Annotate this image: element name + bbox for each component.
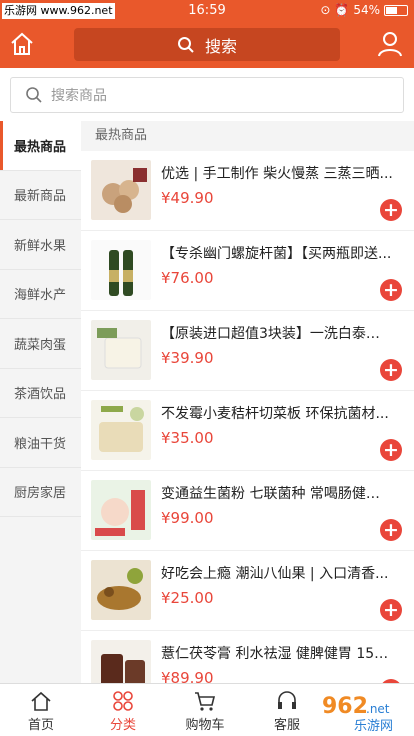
add-to-cart-button[interactable]: + [380,279,402,301]
category-icon [113,691,133,711]
battery-label: 54% [353,3,380,17]
search-icon [26,87,42,103]
section-title: 最热商品 [81,121,414,151]
search-icon [177,36,194,53]
product-price: ¥39.90 [161,349,214,367]
product-image-herbal-paste[interactable] [91,640,151,683]
product-title[interactable]: 薏仁茯苓膏 利水祛湿 健脾健胃 150... [161,643,393,663]
product-title[interactable]: 变通益生菌粉 七联菌种 常喝肠健康 ... [161,483,393,503]
site-watermark: 962 .net 乐游网 [264,683,414,736]
category-label: 新鲜水果 [14,238,67,254]
category-drinks[interactable]: 茶酒饮品 [0,369,81,418]
list-item[interactable]: 好吃会上瘾 潮汕八仙果 | 入口清香... ¥25.00 + [81,551,414,631]
user-icon [378,32,402,57]
list-item[interactable]: 【专杀幽门螺旋杆菌】【买两瓶即送... ¥76.00 + [81,231,414,311]
category-seafood[interactable]: 海鲜水产 [0,270,81,319]
home-icon [11,32,33,55]
add-to-cart-button[interactable]: + [380,599,402,621]
product-title[interactable]: 好吃会上瘾 潮汕八仙果 | 入口清香... [161,563,393,583]
home-button[interactable] [8,30,36,58]
svg-text:乐游网: 乐游网 [354,719,393,734]
add-to-cart-button[interactable]: + [380,359,402,381]
product-search-input[interactable]: 搜索商品 [10,77,404,113]
tab-label: 购物车 [185,718,225,733]
add-to-cart-button[interactable]: + [380,519,402,541]
header-search-label: 搜索 [204,36,237,56]
product-image-oil-bottles[interactable] [91,240,151,300]
product-list: 最热商品 优选 | 手工制作 柴火慢蒸 三蒸三晒... ¥49.90 + 【专杀… [81,121,414,683]
product-price: ¥25.00 [161,589,214,607]
plus-icon: + [383,519,399,541]
list-item[interactable]: 优选 | 手工制作 柴火慢蒸 三蒸三晒... ¥49.90 + [81,151,414,231]
product-title[interactable]: 优选 | 手工制作 柴火慢蒸 三蒸三晒... [161,163,393,183]
status-bar: 乐游网 www.962.net 16:59 ⊙ ⏰ 54% [0,0,414,22]
category-label: 粮油干货 [14,436,67,452]
plus-icon: + [383,359,399,381]
app-header: 搜索 [0,22,414,68]
user-profile-button[interactable] [376,30,404,58]
product-image-dried-persimmon[interactable] [91,160,151,220]
product-price: ¥49.90 [161,189,214,207]
category-label: 最新商品 [14,189,67,205]
plus-icon: + [383,279,399,301]
tab-cart[interactable]: 购物车 [164,684,246,736]
home-icon [31,691,51,711]
svg-text:962: 962 [322,694,368,719]
product-price: ¥99.00 [161,509,214,527]
product-title[interactable]: 【原装进口超值3块装】一洗白泰国... [161,323,393,343]
category-new[interactable]: 最新商品 [0,171,81,220]
product-title[interactable]: 【专杀幽门螺旋杆菌】【买两瓶即送... [161,243,393,263]
tab-category[interactable]: 分类 [82,684,164,736]
category-label: 海鲜水产 [14,288,67,304]
add-to-cart-button[interactable]: + [380,439,402,461]
product-price: ¥35.00 [161,429,214,447]
product-image-probiotic[interactable] [91,480,151,540]
category-label: 最热商品 [14,139,67,155]
product-image-soap[interactable] [91,320,151,380]
search-placeholder: 搜索商品 [51,88,107,104]
svg-text:.net: .net [366,702,390,716]
alarm-icon: ⏰ [334,3,350,17]
product-title[interactable]: 不发霉小麦秸杆切菜板 环保抗菌材... [161,403,393,423]
category-hot[interactable]: 最热商品 [0,121,81,171]
tab-label: 首页 [27,718,54,733]
list-item[interactable]: 不发霉小麦秸杆切菜板 环保抗菌材... ¥35.00 + [81,391,414,471]
tab-label: 分类 [109,718,136,733]
category-grain-oil[interactable]: 粮油干货 [0,418,81,468]
product-image-bajian-fruit[interactable] [91,560,151,620]
plus-icon: + [383,439,399,461]
category-label: 茶酒饮品 [14,387,67,403]
category-sidebar: 最热商品 最新商品 新鲜水果 海鲜水产 蔬菜肉蛋 茶酒饮品 粮油干货 厨房家居 [0,121,81,683]
category-kitchen[interactable]: 厨房家居 [0,468,81,517]
product-price: ¥89.90 [161,669,214,683]
category-fruit[interactable]: 新鲜水果 [0,220,81,270]
category-label: 厨房家居 [14,486,67,502]
list-item[interactable]: 【原装进口超值3块装】一洗白泰国... ¥39.90 + [81,311,414,391]
add-to-cart-button[interactable]: + [380,199,402,221]
header-search-button[interactable]: 搜索 [74,28,340,61]
search-row: 搜索商品 [0,68,414,121]
tab-home[interactable]: 首页 [0,684,82,736]
battery-icon [384,4,408,16]
category-label: 蔬菜肉蛋 [14,337,67,353]
plus-icon: + [383,199,399,221]
cart-icon [195,692,216,711]
list-item[interactable]: 变通益生菌粉 七联菌种 常喝肠健康 ... ¥99.00 + [81,471,414,551]
product-image-cutting-board[interactable] [91,400,151,460]
location-icon: ⊙ [320,3,331,17]
status-icons: ⊙ ⏰ 54% [320,3,408,17]
product-price: ¥76.00 [161,269,214,287]
plus-icon: + [383,599,399,621]
category-vegetables-meat[interactable]: 蔬菜肉蛋 [0,319,81,369]
list-item[interactable]: 薏仁茯苓膏 利水祛湿 健脾健胃 150... ¥89.90 + [81,631,414,683]
